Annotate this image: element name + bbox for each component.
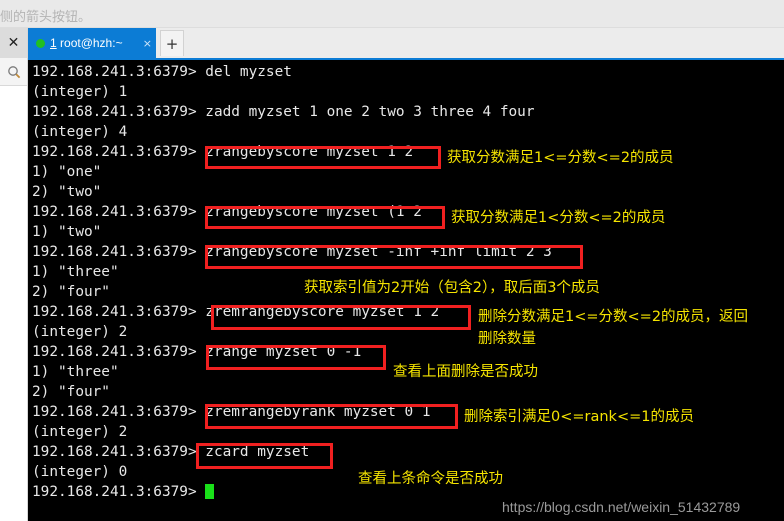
terminal-line: 2) "four" — [32, 384, 110, 400]
tab-close-icon[interactable]: × — [143, 37, 152, 50]
note-zrange-check: 查看上面删除是否成功 — [393, 364, 538, 380]
tab-root-hzh[interactable]: 1 root@hzh:~ × — [28, 28, 156, 58]
terminal-line: 2) "two" — [32, 184, 102, 200]
tab-index: 1 — [50, 36, 57, 50]
terminal-line: 192.168.241.3:6379> zremrangebyrank myzs… — [32, 404, 431, 420]
terminal-line: 192.168.241.3:6379> zrangebyscore myzset… — [32, 204, 422, 220]
tab-label: 1 root@hzh:~ — [50, 36, 139, 50]
terminal-line: 192.168.241.3:6379> zadd myzset 1 one 2 … — [32, 104, 535, 120]
terminal-line: 192.168.241.3:6379> zremrangebyscore myz… — [32, 304, 440, 320]
note-zremrangebyrank: 删除索引满足0<=rank<=1的成员 — [464, 409, 694, 425]
note-zrangebyscore-inclusive: 获取分数满足1<=分数<=2的成员 — [447, 150, 674, 166]
search-icon[interactable] — [0, 58, 27, 86]
terminal-line: 2) "four" — [32, 284, 110, 300]
terminal-line: (integer) 0 — [32, 464, 128, 480]
terminal-prompt-text: 192.168.241.3:6379> — [32, 484, 206, 500]
terminal-line: 192.168.241.3:6379> del myzset — [32, 64, 292, 80]
note-zcard-check: 查看上条命令是否成功 — [358, 471, 503, 487]
close-icon[interactable]: ✕ — [0, 28, 27, 58]
note-zremrangebyscore-line2: 删除数量 — [478, 331, 536, 347]
tab-status-dot-icon — [36, 38, 45, 48]
terminal-tabbar: 1 root@hzh:~ × + — [28, 28, 784, 58]
terminal-prompt-line: 192.168.241.3:6379> — [32, 482, 215, 502]
terminal-line: (integer) 1 — [32, 84, 128, 100]
terminal-line: 192.168.241.3:6379> zrange myzset 0 -1 — [32, 344, 362, 360]
note-zremrangebyscore-line1: 删除分数满足1<=分数<=2的成员，返回 — [478, 309, 749, 325]
terminal-line: (integer) 2 — [32, 324, 128, 340]
watermark: https://blog.csdn.net/weixin_51432789 — [502, 499, 741, 515]
terminal-line: (integer) 4 — [32, 124, 128, 140]
screenshot-root: 侧的箭头按钮。 ✕ 1 root@hzh:~ × + 192.168.241.3… — [0, 0, 784, 521]
terminal-line: (integer) 2 — [32, 424, 128, 440]
terminal-line: 1) "three" — [32, 264, 119, 280]
terminal-line: 1) "three" — [32, 364, 119, 380]
terminal-cursor — [205, 484, 215, 499]
new-tab-button[interactable]: + — [160, 30, 184, 56]
tab-title: root@hzh:~ — [56, 36, 123, 50]
terminal-line: 192.168.241.3:6379> zrangebyscore myzset… — [32, 244, 552, 260]
terminal-line: 1) "two" — [32, 224, 102, 240]
terminal-line: 192.168.241.3:6379> zcard myzset — [32, 444, 310, 460]
left-rail: ✕ — [0, 28, 28, 521]
note-zrangebyscore-limit: 获取索引值为2开始（包含2），取后面3个成员 — [304, 280, 600, 296]
terminal-line: 192.168.241.3:6379> zrangebyscore myzset… — [32, 144, 414, 160]
background-page-strip: 侧的箭头按钮。 — [0, 0, 784, 28]
terminal-top-accent — [28, 58, 784, 60]
terminal-line: 1) "one" — [32, 164, 102, 180]
terminal-output[interactable]: 192.168.241.3:6379> del myzset (integer) … — [28, 58, 784, 521]
background-page-text: 侧的箭头按钮。 — [0, 10, 92, 25]
note-zrangebyscore-exclusive: 获取分数满足1<分数<=2的成员 — [451, 210, 666, 226]
